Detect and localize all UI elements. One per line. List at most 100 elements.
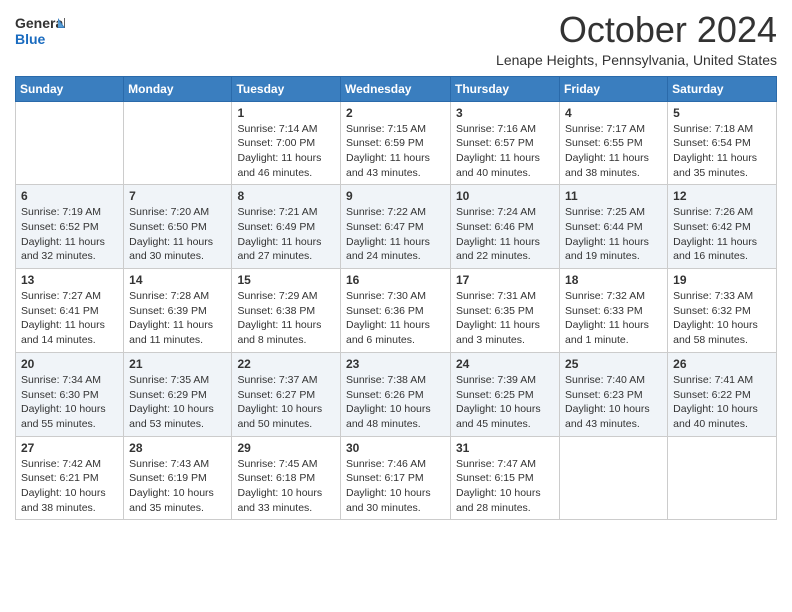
day-cell: 22 Sunrise: 7:37 AMSunset: 6:27 PMDaylig…: [232, 352, 341, 436]
calendar-table: Sunday Monday Tuesday Wednesday Thursday…: [15, 76, 777, 521]
day-cell: 16 Sunrise: 7:30 AMSunset: 6:36 PMDaylig…: [341, 269, 451, 353]
day-info: Sunrise: 7:38 AMSunset: 6:26 PMDaylight:…: [346, 374, 431, 430]
day-info: Sunrise: 7:31 AMSunset: 6:35 PMDaylight:…: [456, 290, 540, 346]
week-row-3: 13 Sunrise: 7:27 AMSunset: 6:41 PMDaylig…: [16, 269, 777, 353]
day-number: 2: [346, 106, 445, 120]
day-cell: 23 Sunrise: 7:38 AMSunset: 6:26 PMDaylig…: [341, 352, 451, 436]
month-year: October 2024: [496, 10, 777, 50]
day-number: 24: [456, 357, 554, 371]
day-info: Sunrise: 7:17 AMSunset: 6:55 PMDaylight:…: [565, 123, 649, 179]
day-number: 26: [673, 357, 771, 371]
col-monday: Monday: [124, 76, 232, 101]
day-cell: 5 Sunrise: 7:18 AMSunset: 6:54 PMDayligh…: [668, 101, 777, 185]
day-cell: 18 Sunrise: 7:32 AMSunset: 6:33 PMDaylig…: [560, 269, 668, 353]
day-cell: 8 Sunrise: 7:21 AMSunset: 6:49 PMDayligh…: [232, 185, 341, 269]
day-cell: 21 Sunrise: 7:35 AMSunset: 6:29 PMDaylig…: [124, 352, 232, 436]
day-cell: 13 Sunrise: 7:27 AMSunset: 6:41 PMDaylig…: [16, 269, 124, 353]
day-info: Sunrise: 7:45 AMSunset: 6:18 PMDaylight:…: [237, 458, 322, 514]
day-cell: 31 Sunrise: 7:47 AMSunset: 6:15 PMDaylig…: [451, 436, 560, 520]
week-row-1: 1 Sunrise: 7:14 AMSunset: 7:00 PMDayligh…: [16, 101, 777, 185]
day-info: Sunrise: 7:43 AMSunset: 6:19 PMDaylight:…: [129, 458, 214, 514]
week-row-5: 27 Sunrise: 7:42 AMSunset: 6:21 PMDaylig…: [16, 436, 777, 520]
day-info: Sunrise: 7:33 AMSunset: 6:32 PMDaylight:…: [673, 290, 758, 346]
day-info: Sunrise: 7:15 AMSunset: 6:59 PMDaylight:…: [346, 123, 430, 179]
day-cell: [560, 436, 668, 520]
title-block: October 2024 Lenape Heights, Pennsylvani…: [496, 10, 777, 68]
day-info: Sunrise: 7:37 AMSunset: 6:27 PMDaylight:…: [237, 374, 322, 430]
day-number: 9: [346, 189, 445, 203]
day-cell: [124, 101, 232, 185]
logo: General Blue: [15, 10, 65, 55]
day-cell: 9 Sunrise: 7:22 AMSunset: 6:47 PMDayligh…: [341, 185, 451, 269]
day-number: 7: [129, 189, 226, 203]
day-info: Sunrise: 7:46 AMSunset: 6:17 PMDaylight:…: [346, 458, 431, 514]
header: General Blue October 2024 Lenape Heights…: [15, 10, 777, 68]
day-cell: 12 Sunrise: 7:26 AMSunset: 6:42 PMDaylig…: [668, 185, 777, 269]
day-info: Sunrise: 7:28 AMSunset: 6:39 PMDaylight:…: [129, 290, 213, 346]
day-info: Sunrise: 7:30 AMSunset: 6:36 PMDaylight:…: [346, 290, 430, 346]
col-thursday: Thursday: [451, 76, 560, 101]
logo-icon: General Blue: [15, 10, 65, 50]
day-cell: 24 Sunrise: 7:39 AMSunset: 6:25 PMDaylig…: [451, 352, 560, 436]
day-number: 29: [237, 441, 335, 455]
page: General Blue October 2024 Lenape Heights…: [0, 0, 792, 530]
day-cell: 4 Sunrise: 7:17 AMSunset: 6:55 PMDayligh…: [560, 101, 668, 185]
day-cell: 1 Sunrise: 7:14 AMSunset: 7:00 PMDayligh…: [232, 101, 341, 185]
day-cell: 19 Sunrise: 7:33 AMSunset: 6:32 PMDaylig…: [668, 269, 777, 353]
col-friday: Friday: [560, 76, 668, 101]
day-number: 21: [129, 357, 226, 371]
day-number: 23: [346, 357, 445, 371]
day-number: 4: [565, 106, 662, 120]
day-info: Sunrise: 7:25 AMSunset: 6:44 PMDaylight:…: [565, 206, 649, 262]
day-number: 28: [129, 441, 226, 455]
day-number: 16: [346, 273, 445, 287]
day-number: 13: [21, 273, 118, 287]
day-info: Sunrise: 7:32 AMSunset: 6:33 PMDaylight:…: [565, 290, 649, 346]
location: Lenape Heights, Pennsylvania, United Sta…: [496, 52, 777, 68]
day-info: Sunrise: 7:41 AMSunset: 6:22 PMDaylight:…: [673, 374, 758, 430]
day-number: 18: [565, 273, 662, 287]
day-cell: 10 Sunrise: 7:24 AMSunset: 6:46 PMDaylig…: [451, 185, 560, 269]
day-cell: 3 Sunrise: 7:16 AMSunset: 6:57 PMDayligh…: [451, 101, 560, 185]
week-row-2: 6 Sunrise: 7:19 AMSunset: 6:52 PMDayligh…: [16, 185, 777, 269]
day-cell: 29 Sunrise: 7:45 AMSunset: 6:18 PMDaylig…: [232, 436, 341, 520]
day-number: 19: [673, 273, 771, 287]
day-cell: 7 Sunrise: 7:20 AMSunset: 6:50 PMDayligh…: [124, 185, 232, 269]
day-info: Sunrise: 7:24 AMSunset: 6:46 PMDaylight:…: [456, 206, 540, 262]
day-number: 31: [456, 441, 554, 455]
svg-text:General: General: [15, 15, 65, 31]
day-cell: [16, 101, 124, 185]
day-number: 6: [21, 189, 118, 203]
day-number: 12: [673, 189, 771, 203]
day-info: Sunrise: 7:14 AMSunset: 7:00 PMDaylight:…: [237, 123, 321, 179]
day-cell: 11 Sunrise: 7:25 AMSunset: 6:44 PMDaylig…: [560, 185, 668, 269]
col-saturday: Saturday: [668, 76, 777, 101]
day-cell: 17 Sunrise: 7:31 AMSunset: 6:35 PMDaylig…: [451, 269, 560, 353]
day-cell: 25 Sunrise: 7:40 AMSunset: 6:23 PMDaylig…: [560, 352, 668, 436]
day-info: Sunrise: 7:18 AMSunset: 6:54 PMDaylight:…: [673, 123, 757, 179]
day-info: Sunrise: 7:47 AMSunset: 6:15 PMDaylight:…: [456, 458, 541, 514]
day-info: Sunrise: 7:35 AMSunset: 6:29 PMDaylight:…: [129, 374, 214, 430]
day-number: 10: [456, 189, 554, 203]
day-info: Sunrise: 7:22 AMSunset: 6:47 PMDaylight:…: [346, 206, 430, 262]
day-info: Sunrise: 7:19 AMSunset: 6:52 PMDaylight:…: [21, 206, 105, 262]
header-row: Sunday Monday Tuesday Wednesday Thursday…: [16, 76, 777, 101]
day-number: 27: [21, 441, 118, 455]
svg-text:Blue: Blue: [15, 31, 46, 47]
day-cell: 26 Sunrise: 7:41 AMSunset: 6:22 PMDaylig…: [668, 352, 777, 436]
day-number: 30: [346, 441, 445, 455]
day-info: Sunrise: 7:39 AMSunset: 6:25 PMDaylight:…: [456, 374, 541, 430]
day-info: Sunrise: 7:20 AMSunset: 6:50 PMDaylight:…: [129, 206, 213, 262]
day-number: 5: [673, 106, 771, 120]
col-sunday: Sunday: [16, 76, 124, 101]
day-number: 20: [21, 357, 118, 371]
day-number: 1: [237, 106, 335, 120]
day-number: 25: [565, 357, 662, 371]
day-cell: 27 Sunrise: 7:42 AMSunset: 6:21 PMDaylig…: [16, 436, 124, 520]
day-info: Sunrise: 7:27 AMSunset: 6:41 PMDaylight:…: [21, 290, 105, 346]
day-cell: [668, 436, 777, 520]
day-number: 15: [237, 273, 335, 287]
day-info: Sunrise: 7:40 AMSunset: 6:23 PMDaylight:…: [565, 374, 650, 430]
day-info: Sunrise: 7:21 AMSunset: 6:49 PMDaylight:…: [237, 206, 321, 262]
day-number: 14: [129, 273, 226, 287]
